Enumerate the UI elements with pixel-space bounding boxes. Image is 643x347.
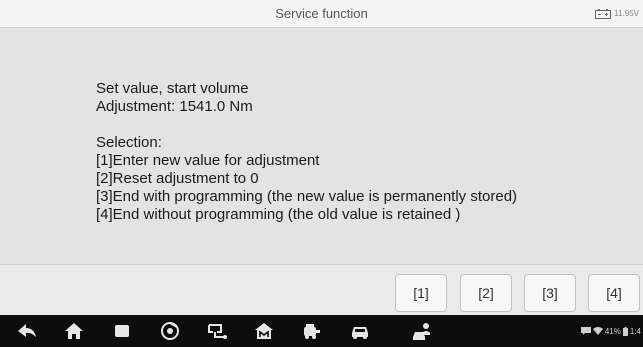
battery-icon <box>595 8 612 19</box>
message-line: Selection: <box>96 134 162 151</box>
message-line: [3]End with programming (the new value i… <box>96 188 518 205</box>
recent-apps-icon[interactable] <box>111 321 133 341</box>
device-battery-icon <box>622 326 628 336</box>
vci-connect-icon[interactable] <box>206 321 228 341</box>
navigation-bar: 41% 1:4 <box>0 315 643 347</box>
message-line: [2]Reset adjustment to 0 <box>96 170 259 187</box>
page-title: Service function <box>275 6 368 21</box>
message-line: [1]Enter new value for adjustment <box>96 152 320 169</box>
car-service-icon[interactable] <box>349 321 371 341</box>
option-2-button[interactable]: [2] <box>460 274 512 312</box>
browser-icon[interactable] <box>159 321 181 341</box>
battery-percent: 41% <box>604 326 621 336</box>
clock: 1:4 <box>629 326 641 336</box>
wifi-icon <box>592 327 603 335</box>
screen: Service function 11.95V Set value, start… <box>0 0 643 347</box>
message-icon <box>580 327 591 335</box>
option-4-button[interactable]: [4] <box>588 274 640 312</box>
autel-home-icon[interactable] <box>253 321 275 341</box>
option-3-button[interactable]: [3] <box>524 274 576 312</box>
message-line: Set value, start volume <box>96 80 249 97</box>
message-text: Set value, start volume Adjustment: 1541… <box>96 80 517 224</box>
button-bar: [1] [2] [3] [4] <box>0 264 643 315</box>
battery-voltage: 11.95V <box>614 9 639 18</box>
vehicle-battery-status: 11.95V <box>595 0 639 27</box>
remote-desk-icon[interactable] <box>412 321 434 341</box>
message-line: Adjustment: 1541.0 Nm <box>96 98 253 115</box>
message-line: [4]End without programming (the old valu… <box>96 206 461 223</box>
car-diagnostics-icon[interactable] <box>301 321 323 341</box>
content-area: Set value, start volume Adjustment: 1541… <box>0 28 643 263</box>
header-bar: Service function 11.95V <box>0 0 643 28</box>
back-icon[interactable] <box>16 321 38 341</box>
system-status: 41% 1:4 <box>580 315 641 347</box>
home-icon[interactable] <box>63 321 85 341</box>
option-1-button[interactable]: [1] <box>395 274 447 312</box>
